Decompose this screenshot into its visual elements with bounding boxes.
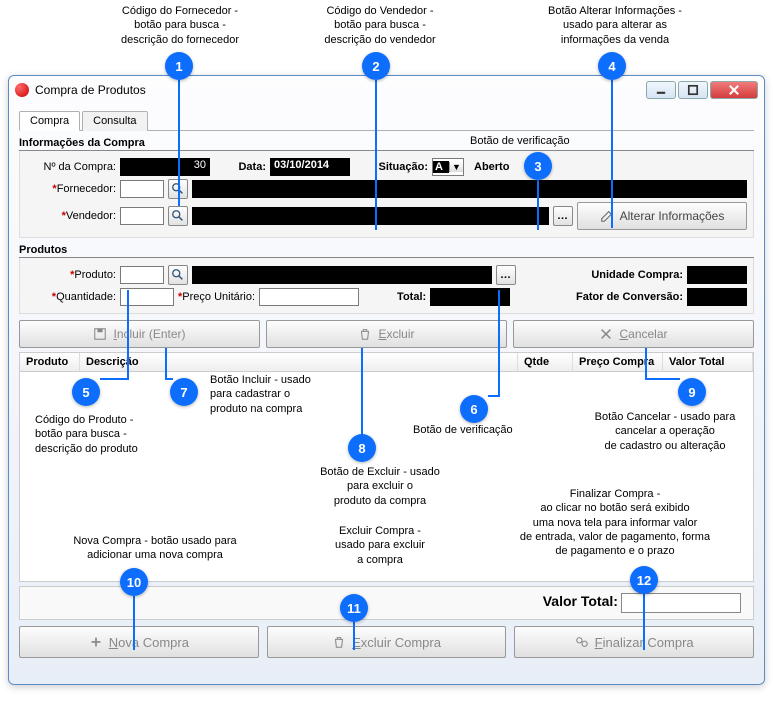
incluir-button[interactable]: IIncluir (Enter)ncluir (Enter) bbox=[19, 320, 260, 348]
annotation-bubble-9: 9 bbox=[678, 378, 706, 406]
annotation-bubble-6: 6 bbox=[460, 395, 488, 423]
situacao-value: A bbox=[433, 161, 449, 173]
annotation-bubble-4: 4 bbox=[598, 52, 626, 80]
excluir-compra-button[interactable]: Excluir Compra bbox=[267, 626, 507, 658]
titlebar: Compra de Produtos bbox=[9, 76, 764, 104]
valor-total-value bbox=[621, 593, 741, 613]
unidade-value bbox=[687, 266, 747, 284]
annotation-bubble-7: 7 bbox=[170, 378, 198, 406]
col-preco[interactable]: Preço Compra bbox=[573, 353, 663, 371]
ellipsis-icon: … bbox=[557, 210, 569, 222]
alterar-informacoes-button[interactable]: Alterar Informações bbox=[577, 202, 747, 230]
cancel-icon bbox=[599, 327, 613, 341]
annotation-text-2: Código do Vendedor - botão para busca - … bbox=[300, 4, 460, 47]
col-descricao[interactable]: Descrição bbox=[80, 353, 518, 371]
fornecedor-label: Fornecedor: bbox=[26, 183, 116, 195]
vendedor-desc bbox=[192, 207, 549, 225]
col-qtde[interactable]: Qtde bbox=[518, 353, 573, 371]
quantidade-label: Quantidade: bbox=[26, 291, 116, 303]
annotation-text-8: Botão de Excluir - usado para excluir o … bbox=[300, 465, 460, 508]
produtos-table-header: Produto Descrição Qtde Preço Compra Valo… bbox=[19, 352, 754, 372]
trash-icon bbox=[332, 635, 346, 649]
annotation-text-11: Excluir Compra - usado para excluir a co… bbox=[310, 524, 450, 567]
annotation-text-7: Botão Incluir - usado para cadastrar o p… bbox=[210, 373, 360, 416]
valor-total-label: Valor Total: bbox=[543, 593, 618, 609]
annotation-text-9: Botão Cancelar - usado para cancelar a o… bbox=[570, 410, 760, 453]
annotation-bubble-10: 10 bbox=[120, 568, 148, 596]
annotation-text-6: Botão de verificação bbox=[413, 423, 513, 437]
num-compra-value: 30 bbox=[120, 158, 210, 176]
col-produto[interactable]: Produto bbox=[20, 353, 80, 371]
situacao-label: Situação: bbox=[378, 161, 428, 173]
vendedor-verify-button[interactable]: … bbox=[553, 206, 573, 226]
ellipsis-icon: … bbox=[500, 269, 512, 281]
plus-icon bbox=[89, 635, 103, 649]
info-section-title: Informações da Compra bbox=[19, 137, 754, 151]
window-title: Compra de Produtos bbox=[35, 83, 646, 97]
tab-strip: Compra Consulta bbox=[19, 110, 754, 131]
col-valor[interactable]: Valor Total bbox=[663, 353, 753, 371]
excluir-button[interactable]: Excluir bbox=[266, 320, 507, 348]
tab-consulta[interactable]: Consulta bbox=[82, 111, 147, 131]
search-icon bbox=[171, 268, 185, 282]
save-icon bbox=[93, 327, 107, 341]
total-label: Total: bbox=[397, 291, 426, 303]
produto-desc bbox=[192, 266, 492, 284]
num-compra-label: Nº da Compra: bbox=[26, 161, 116, 173]
produto-toolbar: IIncluir (Enter)ncluir (Enter) Excluir C… bbox=[19, 320, 754, 348]
annotation-bubble-2: 2 bbox=[362, 52, 390, 80]
situacao-text: Aberto bbox=[474, 161, 509, 173]
nova-compra-button[interactable]: Nova Compra bbox=[19, 626, 259, 658]
fator-label: Fator de Conversão: bbox=[576, 291, 683, 303]
unidade-label: Unidade Compra: bbox=[591, 269, 683, 281]
annotation-text-12: Finalizar Compra - ao clicar no botão se… bbox=[490, 487, 740, 558]
search-icon bbox=[171, 209, 185, 223]
minimize-button[interactable] bbox=[646, 81, 676, 99]
produto-verify-button[interactable]: … bbox=[496, 265, 516, 285]
annotation-text-3: Botão de verificação bbox=[470, 134, 570, 148]
produto-search-button[interactable] bbox=[168, 265, 188, 285]
annotation-bubble-1: 1 bbox=[165, 52, 193, 80]
cancelar-button[interactable]: Cancelar bbox=[513, 320, 754, 348]
tab-compra[interactable]: Compra bbox=[19, 111, 80, 131]
fornecedor-desc bbox=[192, 180, 747, 198]
produtos-section: Produto: … Unidade Compra: Quantidade: P… bbox=[19, 258, 754, 314]
situacao-combo[interactable]: A ▼ bbox=[432, 158, 464, 176]
vendedor-label: Vendedor: bbox=[26, 210, 116, 222]
chevron-down-icon: ▼ bbox=[449, 162, 463, 172]
annotation-bubble-8: 8 bbox=[348, 434, 376, 462]
produto-label: Produto: bbox=[26, 269, 116, 281]
app-icon bbox=[15, 83, 29, 97]
annotation-text-4: Botão Alterar Informações - usado para a… bbox=[520, 4, 710, 47]
vendedor-code-input[interactable] bbox=[120, 207, 164, 225]
annotation-bubble-3: 3 bbox=[524, 152, 552, 180]
preco-label: Preço Unitário: bbox=[178, 291, 255, 303]
fornecedor-code-input[interactable] bbox=[120, 180, 164, 198]
close-button[interactable] bbox=[710, 81, 758, 99]
fator-value bbox=[687, 288, 747, 306]
preco-input[interactable] bbox=[259, 288, 359, 306]
produto-code-input[interactable] bbox=[120, 266, 164, 284]
annotation-text-5: Código do Produto - botão para busca - d… bbox=[35, 413, 185, 456]
info-section: Nº da Compra: 30 Data: 03/10/2014 Situaç… bbox=[19, 151, 754, 238]
annotation-bubble-12: 12 bbox=[630, 566, 658, 594]
annotation-text-1: Código do Fornecedor - botão para busca … bbox=[95, 4, 265, 47]
annotation-bubble-11: 11 bbox=[340, 594, 368, 622]
main-window: Compra de Produtos Compra Consulta Infor… bbox=[8, 75, 765, 685]
annotation-bubble-5: 5 bbox=[72, 378, 100, 406]
gears-icon bbox=[575, 635, 589, 649]
data-value: 03/10/2014 bbox=[270, 158, 350, 176]
annotation-text-10: Nova Compra - botão usado para adicionar… bbox=[45, 534, 265, 563]
data-label: Data: bbox=[236, 161, 266, 173]
trash-icon bbox=[358, 327, 372, 341]
maximize-button[interactable] bbox=[678, 81, 708, 99]
produtos-section-title: Produtos bbox=[19, 244, 754, 258]
vendedor-search-button[interactable] bbox=[168, 206, 188, 226]
finalizar-compra-button[interactable]: Finalizar Compra bbox=[514, 626, 754, 658]
